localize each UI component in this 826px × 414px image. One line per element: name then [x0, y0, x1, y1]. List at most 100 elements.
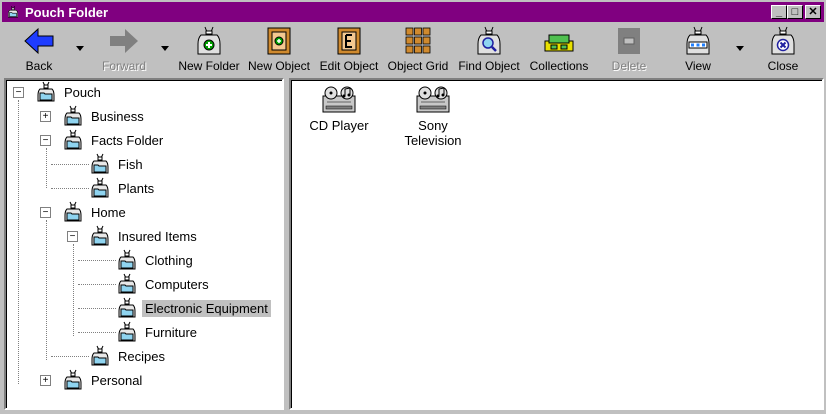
new-folder-pouch-icon [194, 24, 224, 58]
forward-label: Forward [101, 59, 146, 73]
tree-item-insured-items[interactable]: Insured Items [88, 224, 200, 248]
tree-item-computers[interactable]: Computers [115, 272, 212, 296]
close-button[interactable]: Close [763, 24, 803, 76]
dropdown-arrow-icon [736, 45, 744, 51]
new-object-button[interactable]: New Object [246, 24, 312, 76]
back-button[interactable]: Back [20, 24, 58, 76]
pouch-folder-icon [61, 368, 85, 392]
tree-collapse-toggle[interactable]: − [40, 207, 51, 218]
new-object-label: New Object [247, 59, 311, 73]
tree-item-clothing[interactable]: Clothing [115, 248, 196, 272]
close-window-button[interactable]: ✕ [805, 5, 821, 19]
pouch-app-icon[interactable] [5, 4, 21, 20]
close-label: Close [767, 59, 799, 73]
forward-arrow-icon [108, 24, 140, 58]
tree-item-label: Insured Items [118, 228, 197, 244]
delete-label: Delete [611, 59, 647, 73]
tree-expand-toggle[interactable]: + [40, 375, 51, 386]
view-dropdown[interactable] [735, 42, 745, 54]
tree-item-label: Pouch [64, 84, 101, 100]
pouch-folder-icon [88, 152, 112, 176]
pouch-folder-icon [88, 176, 112, 200]
pouch-folder-icon [115, 320, 139, 344]
new-folder-label: New Folder [178, 59, 240, 73]
object-grid-button[interactable]: Object Grid [387, 24, 449, 76]
tree-item-personal[interactable]: Personal [61, 368, 145, 392]
tree-item-label: Clothing [145, 252, 193, 268]
object-grid-label: Object Grid [387, 59, 449, 73]
forward-dropdown[interactable] [160, 42, 170, 54]
window-title: Pouch Folder [25, 4, 109, 20]
tree-item-label: Electronic Equipment [142, 299, 271, 317]
pouch-folder-icon [115, 248, 139, 272]
edit-object-label: Edit Object [319, 59, 379, 73]
toolbar: Back Forward New Folder New Object Edit … [0, 24, 826, 76]
pouch-folder-icon [115, 272, 139, 296]
collections-icon [542, 24, 576, 58]
cd-player-icon [415, 84, 451, 116]
tree-item-plants[interactable]: Plants [88, 176, 157, 200]
collections-label: Collections [529, 59, 589, 73]
new-object-icon [264, 24, 294, 58]
edit-object-icon [334, 24, 364, 58]
tree-item-label: Personal [91, 372, 143, 388]
object-label: CD Player [309, 118, 369, 133]
forward-button[interactable]: Forward [100, 24, 148, 76]
delete-icon [614, 24, 644, 58]
back-arrow-icon [23, 24, 55, 58]
tree-item-label: Furniture [145, 324, 198, 340]
tree-item-label: Fish [118, 156, 143, 172]
back-label: Back [25, 59, 53, 73]
view-button[interactable]: View [678, 24, 718, 76]
pouch-folder-icon [61, 104, 85, 128]
find-object-button[interactable]: Find Object [457, 24, 521, 76]
folder-tree[interactable]: − Pouch + Business − Facts Folder Fish P… [4, 78, 284, 410]
view-label: View [685, 59, 711, 73]
cd-player-icon [321, 84, 357, 116]
object-cd-player[interactable]: CD Player [294, 84, 384, 133]
tree-item-label: Facts Folder [91, 132, 164, 148]
tree-collapse-toggle[interactable]: − [40, 135, 51, 146]
maximize-button[interactable]: □ [787, 5, 803, 19]
pouch-folder-window: Pouch Folder _ □ ✕ Back Forward New Fold… [0, 0, 826, 414]
object-label-line1: Sony [418, 118, 448, 133]
close-pouch-icon [768, 24, 798, 58]
title-bar[interactable]: Pouch Folder _ □ ✕ [2, 2, 824, 22]
collections-button[interactable]: Collections [527, 24, 591, 76]
tree-item-furniture[interactable]: Furniture [115, 320, 200, 344]
tree-item-fish[interactable]: Fish [88, 152, 146, 176]
object-sony-television[interactable]: Sony Television [388, 84, 478, 148]
back-dropdown[interactable] [75, 42, 85, 54]
tree-item-home[interactable]: Home [61, 200, 129, 224]
pouch-folder-icon [61, 200, 85, 224]
dropdown-arrow-icon [76, 45, 84, 51]
tree-item-recipes[interactable]: Recipes [88, 344, 168, 368]
tree-item-label: Home [91, 204, 126, 220]
object-label-line2: Television [404, 133, 462, 148]
edit-object-button[interactable]: Edit Object [318, 24, 380, 76]
view-icon [683, 24, 713, 58]
dropdown-arrow-icon [161, 45, 169, 51]
pouch-folder-icon [115, 296, 139, 320]
tree-item-label: Plants [118, 180, 155, 196]
pouch-folder-icon [88, 344, 112, 368]
pouch-folder-icon [88, 224, 112, 248]
find-object-label: Find Object [458, 59, 520, 73]
pouch-folder-icon [61, 128, 85, 152]
minimize-button[interactable]: _ [771, 5, 787, 19]
delete-button[interactable]: Delete [606, 24, 652, 76]
tree-item-facts-folder[interactable]: Facts Folder [61, 128, 166, 152]
tree-item-label: Computers [145, 276, 209, 292]
new-folder-button[interactable]: New Folder [176, 24, 242, 76]
tree-collapse-toggle[interactable]: − [67, 231, 78, 242]
tree-item-pouch[interactable]: Pouch [34, 80, 104, 104]
tree-collapse-toggle[interactable]: − [13, 87, 24, 98]
tree-item-electronic-equipment[interactable]: Electronic Equipment [115, 296, 271, 320]
tree-expand-toggle[interactable]: + [40, 111, 51, 122]
find-object-icon [474, 24, 504, 58]
object-grid-icon [403, 24, 433, 58]
tree-item-label: Recipes [118, 348, 165, 364]
tree-item-business[interactable]: Business [61, 104, 147, 128]
object-list[interactable]: CD Player Sony Television [289, 78, 824, 410]
tree-item-label: Business [91, 108, 144, 124]
